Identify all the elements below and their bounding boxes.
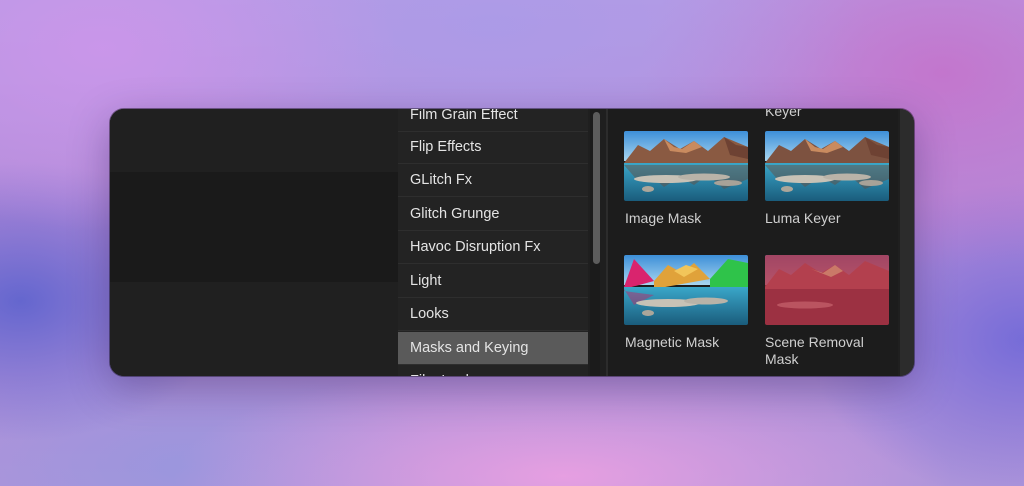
sidebar-section[interactable]: [110, 172, 398, 282]
sidebar-section[interactable]: [110, 282, 398, 376]
sidebar-section[interactable]: [110, 109, 398, 172]
effect-label-partial: Keyer: [765, 109, 802, 119]
category-item-film-grain-effect[interactable]: Film Grain Effect: [398, 109, 588, 132]
category-item-looks[interactable]: Looks: [398, 298, 588, 331]
effects-grid-scrollbar[interactable]: [900, 109, 914, 376]
landscape-thumbnail-icon: [765, 131, 889, 201]
category-item-masks-and-keying[interactable]: Masks and Keying: [398, 332, 588, 365]
category-list-scrollbar-thumb[interactable]: [593, 112, 600, 264]
landscape-thumbnail-icon: [624, 131, 748, 201]
effect-label-scene-removal-mask: Scene Removal Mask: [765, 334, 864, 367]
effect-thumbnail-luma-keyer[interactable]: [765, 131, 889, 201]
effect-thumbnail-scene-removal-mask[interactable]: [765, 255, 889, 325]
effect-label-magnetic-mask: Magnetic Mask: [625, 334, 720, 350]
category-item-light[interactable]: Light: [398, 265, 588, 298]
landscape-thumbnail-tinted-red-icon: [765, 255, 889, 325]
effects-browser-window: Film Grain Effect Flip Effects GLitch Fx…: [110, 109, 914, 376]
category-item-havoc-disruption-fx[interactable]: Havoc Disruption Fx: [398, 231, 588, 264]
effect-thumbnail-magnetic-mask[interactable]: [624, 255, 748, 325]
category-item-film-looks[interactable]: Film Looks: [398, 365, 588, 376]
category-item-flip-effects[interactable]: Flip Effects: [398, 131, 588, 164]
landscape-thumbnail-tinted-magenta-green-icon: [624, 255, 748, 325]
category-item-glitch-grunge[interactable]: Glitch Grunge: [398, 198, 588, 231]
effect-thumbnail-image-mask[interactable]: [624, 131, 748, 201]
sidebar: [110, 109, 398, 376]
effects-grid: Keyer Image Mask Luma Keyer Magnetic Mas…: [608, 109, 898, 376]
effect-label-image-mask: Image Mask: [625, 210, 702, 226]
category-list: Film Grain Effect Flip Effects GLitch Fx…: [398, 109, 588, 376]
effect-label-luma-keyer: Luma Keyer: [765, 210, 841, 226]
category-item-glitch-fx[interactable]: GLitch Fx: [398, 164, 588, 197]
